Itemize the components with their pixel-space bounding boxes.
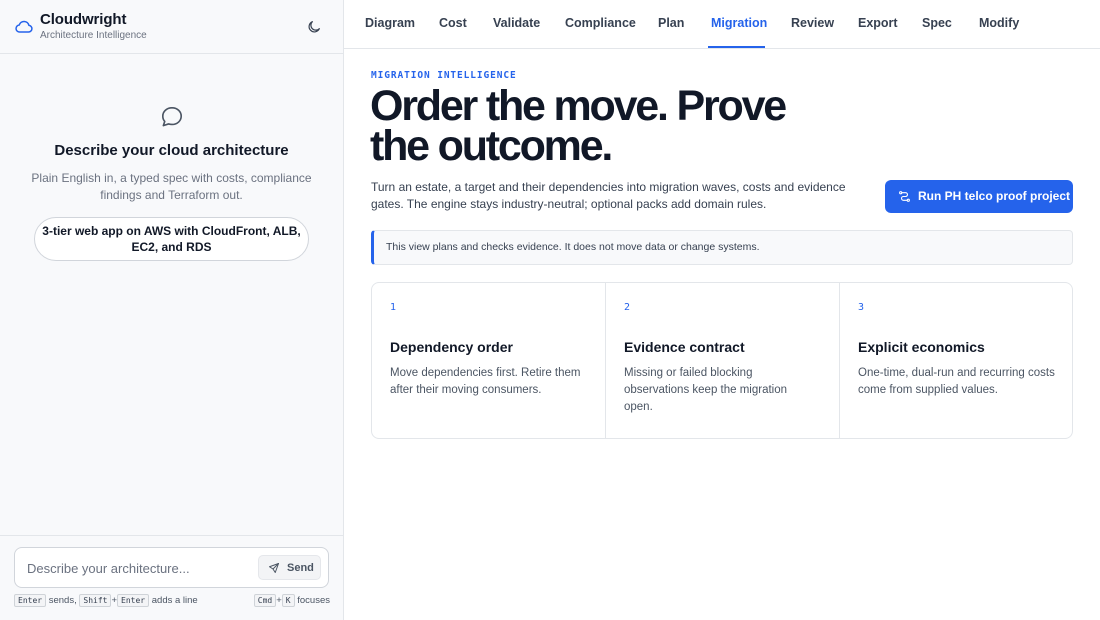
keyboard-hints: Enter sends, Shift + Enter adds a line Cmd… (14, 594, 330, 608)
card-number: 1 (390, 302, 397, 313)
empty-state-title: Describe your cloud architecture (54, 142, 289, 159)
send-button-label: Send (287, 562, 314, 574)
intro-text: Turn an estate, a target and their depen… (371, 180, 846, 211)
sidebar: Cloudwright Architecture Intelligence De… (0, 0, 344, 620)
enter-key-hint-2: Enter (117, 594, 150, 607)
tab-compliance[interactable]: Compliance (565, 16, 636, 30)
newline-hint-text: adds a line (151, 595, 198, 606)
k-key-hint: K (281, 594, 295, 607)
card-evidence-contract: 2 Evidence contract Missing or failed bl… (605, 283, 839, 438)
composer-area: Describe your architecture... Send Enter… (0, 535, 343, 620)
page-headline: Order the move. Prove the outcome. (370, 82, 787, 170)
cloud-icon (15, 20, 33, 33)
card-title: Dependency order (390, 339, 513, 355)
app-name: Cloudwright (40, 11, 127, 28)
tab-validate[interactable]: Validate (493, 16, 540, 30)
card-explicit-economics: 3 Explicit economics One-time, dual-run … (839, 283, 1072, 438)
info-notice: This view plans and checks evidence. It … (371, 230, 1073, 265)
route-icon (899, 191, 910, 202)
card-title: Evidence contract (624, 339, 745, 355)
section-eyebrow: MIGRATION INTELLIGENCE (371, 70, 517, 81)
moon-icon[interactable] (306, 19, 322, 35)
brand-header: Cloudwright Architecture Intelligence (0, 0, 343, 54)
architecture-input-placeholder: Describe your architecture... (27, 561, 190, 576)
plus-sign-2: + (276, 595, 282, 606)
card-title: Explicit economics (858, 339, 985, 355)
tab-diagram[interactable]: Diagram (365, 16, 415, 30)
cmd-key-hint: Cmd (253, 594, 277, 607)
app-tagline: Architecture Intelligence (40, 30, 147, 41)
suggestion-chip[interactable]: 3-tier web app on AWS with CloudFront, A… (34, 217, 309, 261)
tab-spec[interactable]: Spec (922, 16, 952, 30)
principles-cards: 1 Dependency order Move dependencies fir… (371, 282, 1073, 439)
focus-hint-text: focuses (297, 595, 330, 606)
empty-state: Describe your cloud architecture Plain E… (0, 104, 343, 204)
card-body: Missing or failed blocking observations … (624, 367, 788, 413)
architecture-input[interactable]: Describe your architecture... Send (14, 547, 329, 588)
active-tab-indicator (708, 46, 765, 48)
run-proof-project-button[interactable]: Run PH telco proof project (885, 180, 1073, 213)
paper-plane-icon (269, 563, 279, 573)
enter-hint-text: sends, (48, 595, 77, 606)
card-body: Move dependencies first. Retire them aft… (390, 367, 581, 396)
run-proof-project-label: Run PH telco proof project (918, 189, 1071, 203)
tab-bar: Diagram Cost Validate Compliance Plan Mi… (344, 0, 1100, 49)
enter-key-hint: Enter (14, 594, 47, 607)
empty-state-description: Plain English in, a typed spec with cost… (31, 171, 312, 202)
tab-modify[interactable]: Modify (979, 16, 1019, 30)
card-number: 2 (624, 302, 631, 313)
tab-cost[interactable]: Cost (439, 16, 467, 30)
tab-migration[interactable]: Migration (711, 16, 767, 30)
shift-key-hint: Shift (79, 594, 112, 607)
tab-export[interactable]: Export (858, 16, 898, 30)
tab-plan[interactable]: Plan (658, 16, 684, 30)
tab-review[interactable]: Review (791, 16, 834, 30)
send-button[interactable]: Send (258, 555, 321, 580)
card-body: One-time, dual-run and recurring costs c… (858, 367, 1055, 396)
chat-bubble-icon (161, 106, 182, 127)
card-number: 3 (858, 302, 865, 313)
card-dependency-order: 1 Dependency order Move dependencies fir… (372, 283, 605, 438)
